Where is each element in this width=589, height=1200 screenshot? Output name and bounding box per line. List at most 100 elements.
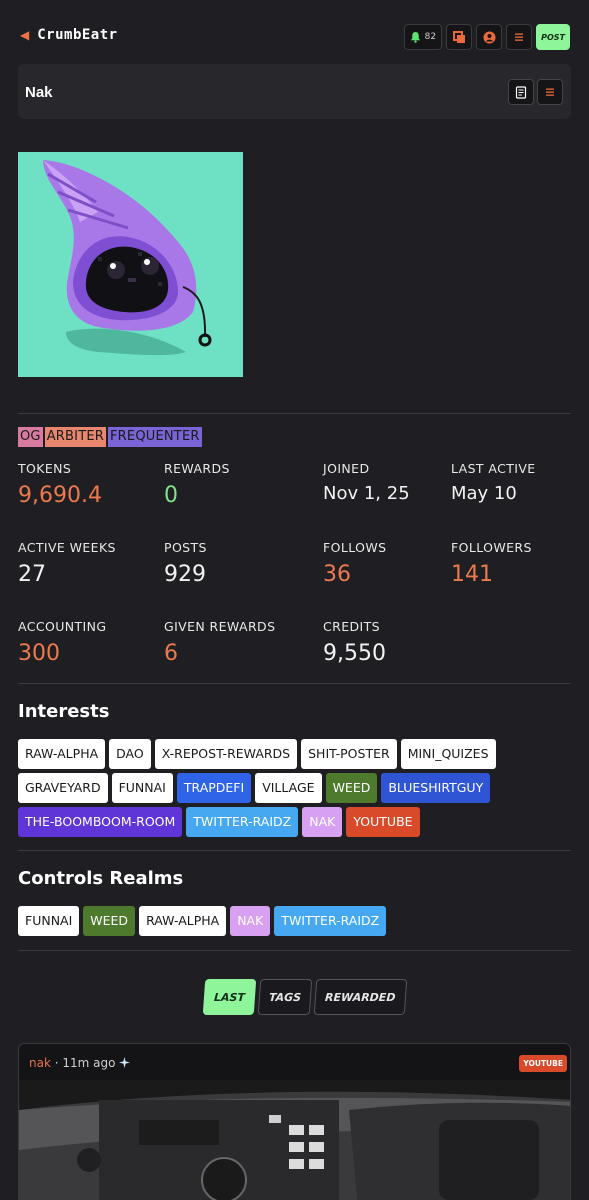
notes-button[interactable] [508, 79, 534, 105]
stat-label: LAST ACTIVE [451, 461, 536, 476]
stat-label: TOKENS [18, 461, 72, 476]
interest-tag-weed[interactable]: WEED [325, 773, 378, 803]
badge-arbiter: ARBITER [44, 427, 106, 447]
post-tag[interactable]: YOUTUBE [519, 1055, 567, 1072]
badge-frequenter: FREQUENTER [108, 427, 202, 447]
menu-icon [546, 88, 554, 96]
stat-value: May 10 [451, 483, 517, 504]
interest-tag-village[interactable]: VILLAGE [255, 773, 322, 803]
stat-followers[interactable]: FOLLOWERS 141 [451, 540, 532, 587]
stat-value: Nov 1, 25 [323, 483, 410, 504]
tab-rewarded[interactable]: REWARDED [313, 979, 407, 1015]
sparkle-icon [119, 1057, 131, 1068]
stat-value[interactable]: 300 [18, 641, 107, 666]
interest-tag-twitter-raidz[interactable]: TWITTER-RAIDZ [186, 807, 299, 837]
stat-label: ACCOUNTING [18, 619, 107, 634]
interest-tag-shit-poster[interactable]: SHIT-POSTER [301, 739, 397, 769]
tab-last[interactable]: LAST [202, 979, 257, 1015]
stat-value: 929 [164, 562, 206, 587]
interest-tag-trapdefi[interactable]: TRAPDEFI [176, 773, 252, 803]
profile-name-card: Nak [18, 64, 571, 119]
post-image[interactable] [19, 1080, 571, 1200]
badge-og: OG [18, 427, 43, 447]
stat-joined: JOINED Nov 1, 25 [323, 461, 410, 504]
interest-tag-graveyard[interactable]: GRAVEYARD [18, 773, 108, 803]
stat-posts: POSTS 929 [164, 540, 207, 587]
post-card[interactable]: nak · 11m ago YOUTUBE [18, 1043, 571, 1200]
interest-tag-funnai[interactable]: FUNNAI [111, 773, 173, 803]
stat-value: 27 [18, 562, 46, 587]
divider [18, 413, 571, 414]
realm-tag-nak[interactable]: NAK [230, 906, 271, 936]
stat-rewards: REWARDS 0 [164, 461, 230, 508]
profile-menu-button[interactable] [537, 79, 563, 105]
interest-tag-nak[interactable]: NAK [302, 807, 343, 837]
menu-button[interactable] [506, 24, 533, 50]
realms-button[interactable] [446, 24, 473, 50]
stat-label: FOLLOWERS [451, 540, 532, 555]
stat-label: CREDITS [323, 619, 380, 634]
post-meta: nak · 11m ago [29, 1056, 131, 1070]
realm-tag-twitter-raidz[interactable]: TWITTER-RAIDZ [274, 906, 387, 936]
realm-tag-funnai[interactable]: FUNNAI [18, 906, 80, 936]
stat-last-active: LAST ACTIVE May 10 [451, 461, 536, 504]
interest-tag-raw-alpha[interactable]: RAW-ALPHA [18, 739, 106, 769]
stat-value: 0 [164, 483, 178, 508]
interest-tag-mini_quizes[interactable]: MINI_QUIZES [400, 739, 496, 769]
stat-label: REWARDS [164, 461, 230, 476]
avatar-image [18, 152, 243, 377]
stat-value[interactable]: 36 [323, 562, 386, 587]
realms-title: Controls Realms [18, 868, 184, 889]
badge-list: OG ARBITER FREQUENTER [18, 427, 202, 447]
interests-title: Interests [18, 701, 110, 722]
brand[interactable]: ◀ CrumbEatr [20, 27, 118, 43]
stat-follows[interactable]: FOLLOWS 36 [323, 540, 386, 587]
tab-tags[interactable]: TAGS [257, 979, 313, 1015]
stat-label: GIVEN REWARDS [164, 619, 276, 634]
stat-label: ACTIVE WEEKS [18, 540, 116, 555]
divider [18, 950, 571, 951]
notifications-button[interactable]: 82 [403, 24, 443, 50]
top-bar: ◀ CrumbEatr 82 POST [0, 0, 589, 70]
stat-active-weeks: ACTIVE WEEKS 27 [18, 540, 116, 587]
stat-accounting[interactable]: ACCOUNTING 300 [18, 619, 107, 666]
interest-tag-the-boomboom-room[interactable]: THE-BOOMBOOM-ROOM [18, 807, 183, 837]
divider [18, 850, 571, 851]
profile-button[interactable] [476, 24, 503, 50]
notes-icon [515, 85, 527, 99]
interests-tag-list: RAW-ALPHA DAO X-REPOST-REWARDS SHIT-POSTER M… [18, 739, 578, 837]
realm-tag-weed[interactable]: WEED [83, 906, 136, 936]
stat-label: POSTS [164, 540, 207, 555]
stat-value: 9,690.4 [18, 483, 102, 508]
avatar [18, 152, 243, 377]
post-button[interactable]: POST [536, 24, 570, 50]
stack-icon [452, 30, 465, 43]
notification-count: 82 [424, 32, 437, 42]
divider [18, 683, 571, 684]
interest-tag-x-repost-rewards[interactable]: X-REPOST-REWARDS [154, 739, 298, 769]
stat-value: 9,550 [323, 641, 386, 666]
brand-name[interactable]: CrumbEatr [37, 27, 117, 43]
stat-label: JOINED [323, 461, 370, 476]
realm-tag-raw-alpha[interactable]: RAW-ALPHA [139, 906, 227, 936]
profile-actions [508, 79, 563, 105]
interest-tag-blueshirtguy[interactable]: BLUESHIRTGUY [381, 773, 491, 803]
interest-tag-dao[interactable]: DAO [109, 739, 151, 769]
top-actions: 82 POST [403, 24, 570, 50]
realms-tag-list: FUNNAI WEED RAW-ALPHA NAK TWITTER-RAIDZ [18, 906, 578, 936]
stat-value[interactable]: 6 [164, 641, 275, 666]
stat-tokens: TOKENS 9,690.4 [18, 461, 102, 508]
stat-value[interactable]: 141 [451, 562, 532, 587]
user-circle-icon [483, 31, 496, 43]
arrow-left-icon[interactable]: ◀ [20, 28, 29, 42]
menu-icon [515, 33, 524, 41]
bell-icon [410, 31, 420, 43]
stat-credits: CREDITS 9,550 [323, 619, 386, 666]
stat-given-rewards[interactable]: GIVEN REWARDS 6 [164, 619, 275, 666]
post-time[interactable]: 11m ago [62, 1056, 115, 1070]
feed-tabs: LAST TAGS REWARDED [202, 979, 407, 1015]
stat-label: FOLLOWS [323, 540, 387, 555]
profile-name: Nak [25, 84, 53, 101]
post-author[interactable]: nak [29, 1056, 51, 1070]
interest-tag-youtube[interactable]: YOUTUBE [346, 807, 420, 837]
